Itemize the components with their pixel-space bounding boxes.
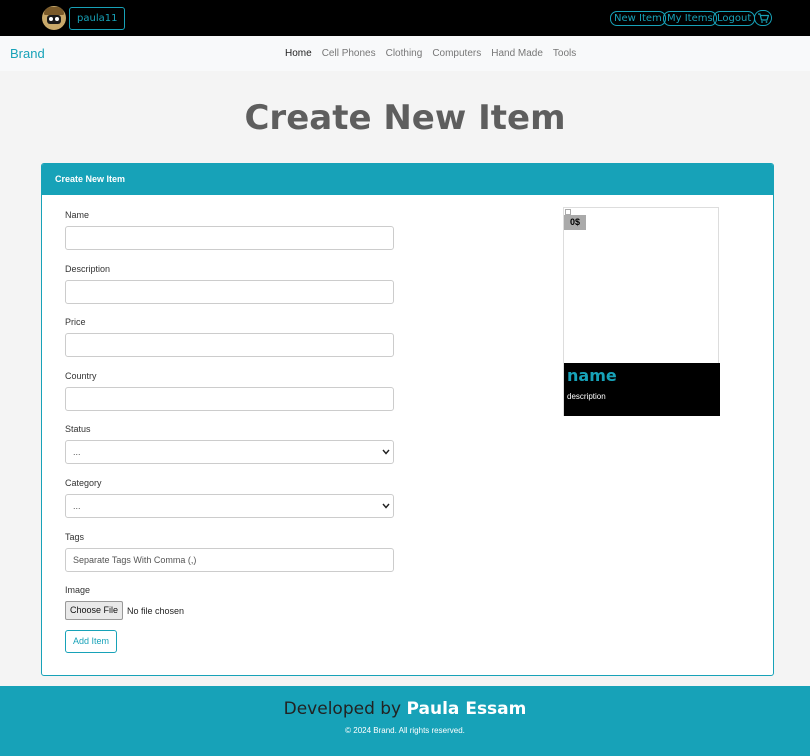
description-label: Description bbox=[65, 264, 111, 274]
description-input[interactable] bbox=[65, 280, 394, 304]
card-header: Create New Item bbox=[42, 164, 773, 195]
nav-cell-phones[interactable]: Cell Phones bbox=[322, 48, 376, 59]
add-item-button[interactable]: Add Item bbox=[65, 630, 118, 653]
cart-icon[interactable] bbox=[754, 10, 772, 26]
new-item-link[interactable]: New Item bbox=[610, 11, 666, 26]
nav-links: Home Cell Phones Clothing Computers Hand… bbox=[285, 48, 576, 59]
nav-computers[interactable]: Computers bbox=[432, 48, 481, 59]
avatar[interactable] bbox=[42, 6, 66, 30]
footer-credit: Developed by Paula Essam bbox=[0, 699, 810, 719]
preview-name: name bbox=[567, 366, 617, 385]
footer-copyright: © 2024 Brand. All rights reserved. bbox=[345, 726, 465, 735]
cart-icon-glyph bbox=[758, 13, 769, 23]
top-bar: paula11 New Item My Items Logout bbox=[0, 0, 810, 36]
category-select[interactable]: ... bbox=[65, 494, 394, 518]
country-label: Country bbox=[65, 371, 97, 381]
footer: Developed by Paula Essam © 2024 Brand. A… bbox=[0, 686, 810, 756]
username-button[interactable]: paula11 bbox=[69, 7, 126, 30]
choose-file-button[interactable]: Choose File bbox=[65, 601, 124, 620]
chevron-down-icon bbox=[382, 503, 390, 509]
name-label: Name bbox=[65, 210, 90, 220]
navbar: Brand Home Cell Phones Clothing Computer… bbox=[0, 36, 810, 71]
nav-home[interactable]: Home bbox=[285, 48, 312, 59]
avatar-hat bbox=[44, 7, 64, 15]
status-select[interactable]: ... bbox=[65, 440, 394, 464]
avatar-eye bbox=[55, 17, 59, 21]
preview-price: 0$ bbox=[564, 215, 586, 230]
tags-label: Tags bbox=[65, 532, 85, 542]
brand-logo[interactable]: Brand bbox=[10, 46, 45, 61]
create-item-card: Create New Item Name Description Price C… bbox=[41, 163, 774, 676]
chevron-down-icon bbox=[382, 449, 390, 455]
footer-author: Paula Essam bbox=[406, 699, 527, 719]
footer-prefix: Developed by bbox=[283, 699, 402, 719]
image-label: Image bbox=[65, 585, 91, 595]
logout-link[interactable]: Logout bbox=[713, 11, 756, 26]
item-preview-card: 0$ name description bbox=[563, 207, 720, 416]
tags-input[interactable]: Separate Tags With Comma (,) bbox=[65, 548, 394, 572]
status-label: Status bbox=[65, 424, 91, 434]
country-input[interactable] bbox=[65, 387, 394, 411]
name-input[interactable] bbox=[65, 226, 394, 250]
category-label: Category bbox=[65, 478, 102, 488]
page-title: Create New Item bbox=[244, 98, 566, 138]
category-selected-value: ... bbox=[73, 501, 81, 511]
price-label: Price bbox=[65, 317, 86, 327]
image-file-input: Choose File No file chosen bbox=[65, 601, 184, 620]
nav-tools[interactable]: Tools bbox=[553, 48, 576, 59]
file-status: No file chosen bbox=[127, 605, 185, 616]
price-input[interactable] bbox=[65, 333, 394, 357]
preview-image: 0$ bbox=[564, 208, 718, 363]
preview-caption: name description bbox=[564, 363, 720, 416]
status-selected-value: ... bbox=[73, 447, 81, 457]
my-items-link[interactable]: My Items bbox=[663, 11, 717, 26]
nav-clothing[interactable]: Clothing bbox=[386, 48, 423, 59]
nav-hand-made[interactable]: Hand Made bbox=[491, 48, 543, 59]
avatar-eye bbox=[49, 17, 53, 21]
preview-description: description bbox=[567, 392, 606, 401]
